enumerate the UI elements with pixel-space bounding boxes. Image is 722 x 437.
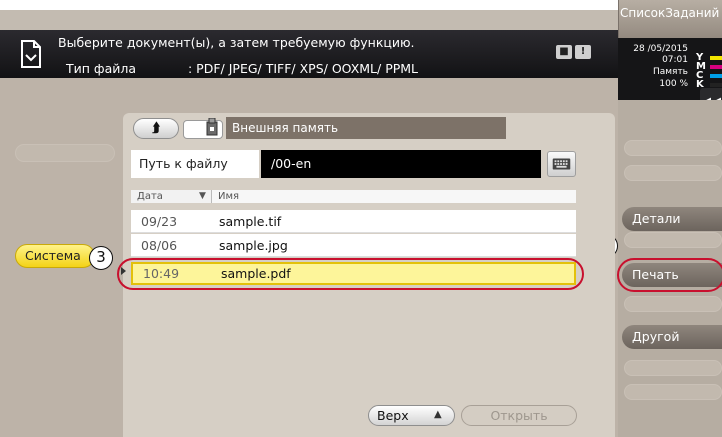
memory-label: Память	[652, 67, 688, 77]
selection-pointer-icon	[121, 267, 126, 275]
system-button[interactable]: Система	[15, 244, 95, 268]
table-row[interactable]: 08/06 sample.jpg	[131, 234, 576, 257]
disabled-function-5	[624, 360, 722, 376]
file-path-label: Путь к файлу	[131, 150, 259, 178]
row-date: 08/06	[141, 238, 178, 253]
disabled-function-1	[624, 140, 722, 156]
file-path-value: /00-en	[261, 150, 541, 178]
location-title: Внешняя память	[226, 117, 506, 139]
toner-level-c	[710, 74, 722, 78]
lock-icon: ■	[556, 45, 572, 59]
selected-row-highlight-ring	[117, 258, 584, 290]
keyboard-icon[interactable]	[547, 151, 576, 177]
memory-percent: 100 %	[659, 79, 688, 89]
disabled-function-2	[624, 165, 722, 181]
instruction-message: Выберите документ(ы), а затем требуемую …	[58, 35, 415, 50]
table-row[interactable]: 09/23 sample.tif	[131, 210, 576, 233]
disabled-function-3	[624, 232, 722, 248]
disabled-function-4	[624, 296, 722, 312]
sort-arrow-icon[interactable]: ▼	[199, 190, 206, 203]
row-name: sample.jpg	[219, 238, 288, 253]
disabled-left-tab	[15, 144, 115, 162]
warning-icon: !	[575, 45, 591, 59]
print-highlight-ring	[617, 258, 722, 292]
callout-step-3: 3	[89, 246, 113, 270]
up-arrow-icon: ▲	[434, 409, 442, 420]
row-date: 09/23	[141, 214, 178, 229]
job-list-button[interactable]: СписокЗаданий	[620, 6, 722, 20]
file-formats: : PDF/ JPEG/ TIFF/ XPS/ OOXML/ PPML	[188, 61, 419, 76]
details-button[interactable]: Детали	[622, 207, 722, 231]
column-header-name[interactable]: Имя	[211, 190, 576, 203]
toner-level-m	[710, 65, 722, 69]
row-name: sample.tif	[219, 214, 282, 229]
up-folder-button[interactable]: ⮭	[133, 118, 179, 139]
other-button[interactable]: Другой	[622, 325, 722, 349]
date-display: 28 /05/2015	[633, 44, 688, 54]
toner-level-y	[710, 56, 722, 60]
open-button[interactable]: Открыть	[461, 405, 577, 426]
disabled-function-6	[624, 384, 722, 400]
usb-icon	[206, 118, 218, 136]
toner-level-k	[710, 83, 722, 87]
document-icon	[21, 40, 41, 68]
file-type-label: Тип файла	[66, 61, 137, 76]
time-display: 07:01	[662, 55, 688, 65]
